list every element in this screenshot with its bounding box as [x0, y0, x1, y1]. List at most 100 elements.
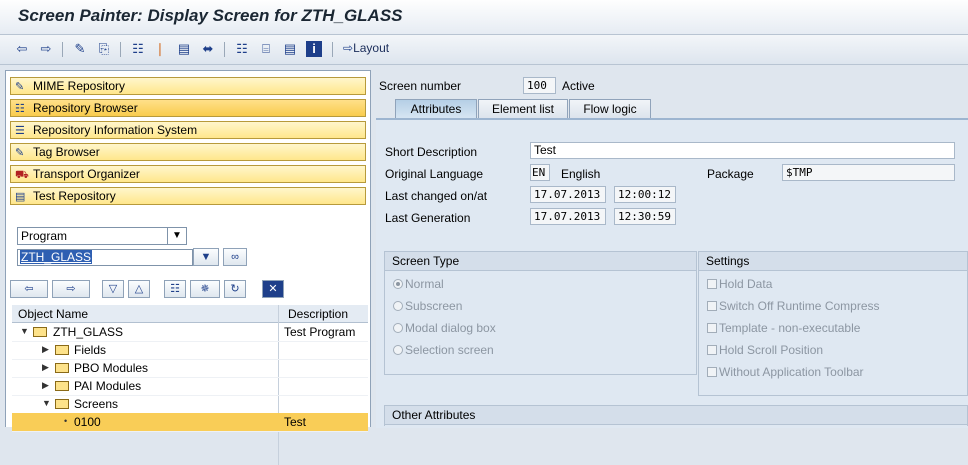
glasses-icon: ∞: [231, 251, 239, 263]
nav-button-label: Repository Information System: [33, 123, 198, 137]
close-browser-button[interactable]: ✕: [262, 280, 284, 298]
screen-number-field[interactable]: 100: [523, 77, 556, 94]
radio-selection-screen[interactable]: Selection screen: [393, 343, 494, 357]
tree-row-screens[interactable]: ▼ Screens: [12, 395, 368, 414]
info-icon[interactable]: i: [306, 41, 322, 57]
forward-arrow-icon[interactable]: ⇨: [38, 41, 54, 57]
nav-button-test-repository[interactable]: ▤ Test Repository: [10, 187, 366, 205]
object-type-select[interactable]: Program ▼: [17, 227, 187, 245]
hierarchy-icon: ☷: [170, 283, 180, 295]
chevron-right-icon[interactable]: ▶: [42, 380, 49, 391]
tree-row-pai-modules[interactable]: ▶ PAI Modules: [12, 377, 368, 396]
tab-attributes[interactable]: Attributes: [395, 99, 477, 119]
object-action-button[interactable]: ✵: [190, 280, 220, 298]
radio-modal-dialog-box[interactable]: Modal dialog box: [393, 321, 496, 335]
radio-icon: [393, 301, 403, 311]
last-changed-date-field[interactable]: 17.07.2013: [530, 186, 606, 203]
display-glasses-button[interactable]: ∞: [223, 248, 247, 266]
back-arrow-icon: ⇦: [24, 283, 34, 295]
where-used-icon[interactable]: ⬌: [200, 41, 216, 57]
radio-label: Modal dialog box: [405, 321, 496, 335]
chevron-down-icon[interactable]: ▼: [20, 326, 29, 336]
test-icon[interactable]: ▤: [176, 41, 192, 57]
package-field[interactable]: $TMP: [782, 164, 955, 181]
tree-row-description: Test: [284, 415, 307, 429]
bullet-icon: •: [64, 416, 68, 426]
checkbox-hold-data[interactable]: Hold Data: [707, 277, 772, 291]
truck-icon: ⛟: [15, 169, 29, 181]
original-language-field[interactable]: EN: [530, 164, 550, 181]
chevron-right-icon[interactable]: ▶: [42, 344, 49, 355]
chevron-right-icon[interactable]: ▶: [42, 362, 49, 373]
checkbox-label: Template - non-executable: [719, 321, 861, 335]
tab-element-list[interactable]: Element list: [478, 99, 568, 119]
nav-button-repository-information-system[interactable]: ☰ Repository Information System: [10, 121, 366, 139]
object-type-value: Program: [21, 229, 68, 243]
expand-subtree-button[interactable]: ▽: [102, 280, 124, 298]
checkbox-icon: [707, 301, 717, 311]
column-header-description[interactable]: Description: [288, 307, 348, 321]
object-name-value: ZTH_GLASS: [20, 250, 93, 264]
radio-label: Selection screen: [405, 343, 494, 357]
nav-button-transport-organizer[interactable]: ⛟ Transport Organizer: [10, 165, 366, 183]
radio-icon: [393, 323, 403, 333]
refresh-button[interactable]: ↻: [224, 280, 246, 298]
hierarchy-up-button[interactable]: ☷: [164, 280, 186, 298]
tab-flow-logic[interactable]: Flow logic: [569, 99, 651, 119]
next-object-button[interactable]: ⇨: [52, 280, 90, 298]
checkbox-label: Without Application Toolbar: [719, 365, 864, 379]
checkbox-template-non-executable[interactable]: Template - non-executable: [707, 321, 860, 335]
window-title: Screen Painter: Display Screen for ZTH_G…: [18, 6, 403, 25]
radio-normal[interactable]: Normal: [393, 277, 444, 291]
column-header-object-name[interactable]: Object Name: [18, 307, 88, 321]
screen-status: Active: [562, 79, 595, 93]
tree-row-fields[interactable]: ▶ Fields: [12, 341, 368, 360]
other-attributes-title: Other Attributes: [385, 406, 967, 425]
nav-button-mime-repository[interactable]: ✎ MIME Repository: [10, 77, 366, 95]
previous-object-button[interactable]: ⇦: [10, 280, 48, 298]
folder-icon: [55, 381, 69, 391]
short-description-field[interactable]: Test: [530, 142, 955, 159]
chevron-down-icon: ▼: [200, 251, 212, 263]
object-name-input[interactable]: ZTH_GLASS: [17, 249, 193, 266]
checkbox-icon: [707, 279, 717, 289]
display-change-icon[interactable]: ✎: [72, 41, 88, 57]
nav-button-label: MIME Repository: [33, 79, 126, 93]
back-arrow-icon[interactable]: ⇦: [14, 41, 30, 57]
other-object-icon[interactable]: ⎘: [96, 41, 112, 57]
chevron-down-icon[interactable]: ▼: [167, 228, 186, 244]
nav-button-tag-browser[interactable]: ✎ Tag Browser: [10, 143, 366, 161]
layout-button[interactable]: ⇨Layout: [343, 41, 389, 55]
display-list-icon[interactable]: ▤: [282, 41, 298, 57]
checkbox-switch-off-runtime-compress[interactable]: Switch Off Runtime Compress: [707, 299, 880, 313]
layout-arrow-icon: ⇨: [343, 41, 354, 55]
activate-icon[interactable]: ❘: [152, 41, 168, 57]
checkbox-without-application-toolbar[interactable]: Without Application Toolbar: [707, 365, 864, 379]
tag-icon: ✎: [15, 147, 25, 159]
hierarchy-icon[interactable]: ☷: [130, 41, 146, 57]
tree-row-name: ZTH_GLASS: [53, 325, 124, 339]
other-attributes-group: Other Attributes: [384, 405, 968, 426]
last-changed-time-field[interactable]: 12:00:12: [614, 186, 676, 203]
original-language-label: Original Language: [385, 167, 484, 181]
tree-row-screen-0100[interactable]: • 0100 Test: [12, 413, 368, 432]
last-generation-label: Last Generation: [385, 211, 471, 225]
object-navigator-panel: ✎ MIME Repository ☷ Repository Browser ☰ Re…: [5, 70, 371, 465]
nav-button-repository-browser[interactable]: ☷ Repository Browser: [10, 99, 366, 117]
last-generation-date-field[interactable]: 17.07.2013: [530, 208, 606, 225]
tree-row-pbo-modules[interactable]: ▶ PBO Modules: [12, 359, 368, 378]
navigation-window-icon[interactable]: ⌸: [258, 41, 274, 57]
collapse-subtree-button[interactable]: △: [128, 280, 150, 298]
checkbox-hold-scroll-position[interactable]: Hold Scroll Position: [707, 343, 823, 357]
radio-subscreen[interactable]: Subscreen: [393, 299, 462, 313]
checkbox-icon: [707, 345, 717, 355]
object-name-dropdown-button[interactable]: ▼: [193, 248, 219, 266]
chevron-down-icon[interactable]: ▼: [42, 398, 51, 408]
close-icon: ✕: [268, 283, 278, 295]
forward-arrow-icon: ⇨: [66, 283, 76, 295]
checkbox-label: Hold Scroll Position: [719, 343, 824, 357]
tree-row-program[interactable]: ▼ ZTH_GLASS Test Program: [12, 323, 368, 342]
package-label: Package: [707, 167, 754, 181]
last-generation-time-field[interactable]: 12:30:59: [614, 208, 676, 225]
object-list-icon[interactable]: ☷: [234, 41, 250, 57]
